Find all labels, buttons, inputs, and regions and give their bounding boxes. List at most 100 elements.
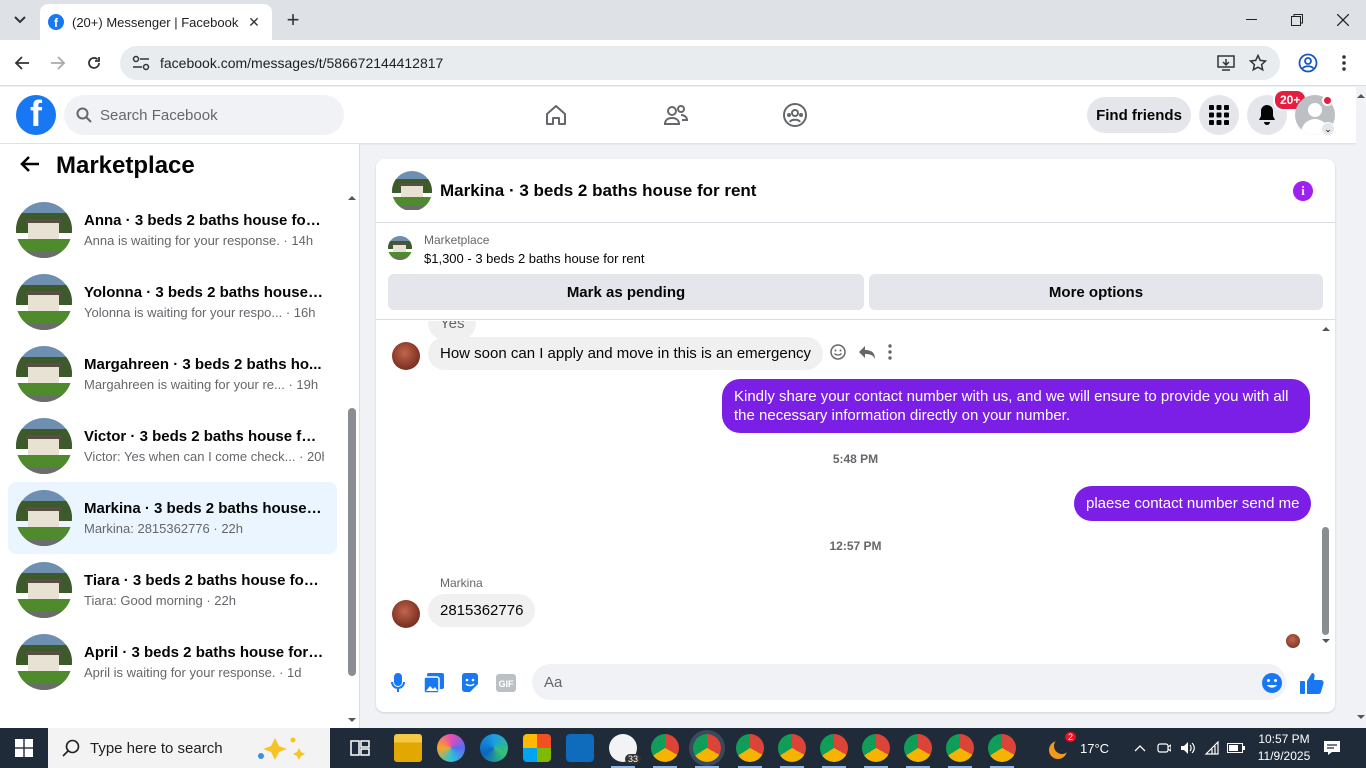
sticker-icon[interactable]	[458, 671, 482, 695]
chat-scroll-thumb[interactable]	[1322, 527, 1329, 635]
store-icon[interactable]	[523, 734, 551, 762]
more-dots-icon[interactable]	[888, 344, 892, 360]
more-options-button[interactable]: More options	[869, 274, 1323, 310]
tab-close-icon[interactable]: ✕	[244, 12, 264, 32]
conversation-item[interactable]: Yolonna · 3 beds 2 baths house f... Yolon…	[8, 266, 337, 338]
minimize-button[interactable]	[1228, 0, 1274, 40]
sidebar-scroll-thumb[interactable]	[348, 408, 356, 676]
back-arrow-icon[interactable]	[20, 153, 40, 179]
menu-button[interactable]	[1199, 95, 1239, 135]
chrome-icon[interactable]	[862, 734, 890, 768]
outlook-icon[interactable]	[566, 734, 594, 762]
conversation-preview: Margahreen is waiting for your re... · 1…	[84, 377, 319, 392]
site-info-icon[interactable]	[132, 55, 150, 71]
find-friends-button[interactable]: Find friends	[1087, 97, 1191, 133]
tray-chevron-up-icon[interactable]	[1130, 738, 1150, 758]
browser-tab-active[interactable]: f (20+) Messenger | Facebook ✕	[40, 4, 272, 40]
listing-thumbnail	[16, 202, 72, 258]
install-app-button[interactable]	[1214, 51, 1238, 75]
message-outgoing[interactable]: plaese contact number send me	[1074, 486, 1312, 521]
message-outgoing[interactable]: Kindly share your contact number with us…	[722, 379, 1310, 433]
copilot-icon[interactable]	[437, 734, 465, 762]
meet-camera-icon[interactable]	[1154, 738, 1174, 758]
battery-icon[interactable]	[1226, 738, 1246, 758]
listing-price[interactable]: $1,300 - 3 beds 2 baths house for rent	[424, 251, 644, 266]
chevron-down-icon	[14, 16, 26, 24]
message-incoming[interactable]: 2815362776	[428, 594, 536, 627]
scroll-arrows-icon	[1357, 94, 1365, 719]
listing-thumbnail[interactable]	[392, 170, 432, 211]
listing-small-thumbnail[interactable]	[388, 236, 412, 260]
message-incoming[interactable]: How soon can I apply and move in this is…	[428, 337, 824, 370]
chrome-icon[interactable]	[946, 734, 974, 768]
nav-friends[interactable]	[662, 101, 690, 129]
conversation-item[interactable]: April · 3 beds 2 baths house for ... Apri…	[8, 626, 337, 698]
bookmark-button[interactable]	[1246, 51, 1270, 75]
info-icon[interactable]: i	[1293, 181, 1313, 201]
notification-center-icon[interactable]	[1322, 738, 1342, 758]
facebook-search-input[interactable]: Search Facebook	[64, 95, 344, 135]
forward-button[interactable]	[46, 51, 70, 75]
listing-thumbnail	[16, 346, 72, 402]
new-tab-button[interactable]: +	[282, 7, 304, 32]
browser-menu-button[interactable]	[1332, 51, 1356, 75]
restore-button[interactable]	[1274, 0, 1320, 40]
back-button[interactable]	[10, 51, 34, 75]
taskbar-clock[interactable]: 10:57 PM 11/9/2025	[1252, 731, 1316, 765]
facebook-header: f Search Facebook Find friends 20+ ⌄	[0, 87, 1356, 143]
nav-home[interactable]	[542, 101, 570, 129]
close-window-button[interactable]	[1320, 0, 1366, 40]
conversation-item[interactable]: Margahreen · 3 beds 2 baths ho... Margahr…	[8, 338, 337, 410]
marketplace-sidebar: Marketplace Claudia is waiting for your …	[0, 144, 360, 728]
chrome-icon[interactable]	[693, 734, 721, 768]
conversation-preview: Markina: 2815362776 · 22h	[84, 521, 244, 536]
reload-button[interactable]	[82, 51, 106, 75]
temperature: 17°C	[1080, 740, 1110, 756]
start-button[interactable]	[0, 728, 48, 768]
task-view-icon[interactable]	[346, 734, 374, 762]
tab-title: (20+) Messenger | Facebook	[72, 14, 239, 30]
react-emoji-icon[interactable]	[830, 344, 846, 360]
facebook-favicon-icon: f	[48, 14, 64, 30]
message-actions	[830, 344, 892, 360]
conversation-item[interactable]: Tiara · 3 beds 2 baths house for ... Tiar…	[8, 554, 337, 626]
conversation-name: Victor · 3 beds 2 baths house for...	[84, 428, 324, 445]
chrome-icon[interactable]	[820, 734, 848, 768]
chrome-icon[interactable]	[988, 734, 1016, 768]
like-thumb-icon[interactable]	[1300, 671, 1324, 695]
weather-widget[interactable]: 2 17°C	[1046, 728, 1109, 768]
chrome-icon[interactable]	[904, 734, 932, 768]
file-explorer-icon[interactable]	[394, 734, 422, 762]
chrome-icon[interactable]	[651, 734, 679, 768]
chrome-icon[interactable]	[778, 734, 806, 768]
photo-attach-icon[interactable]	[422, 671, 446, 695]
edge-icon[interactable]	[480, 734, 508, 762]
taskbar-search[interactable]: Type here to search	[48, 728, 330, 768]
facebook-logo-icon[interactable]: f	[16, 95, 56, 135]
restore-icon	[1291, 14, 1303, 26]
reply-icon[interactable]	[858, 344, 876, 360]
emoji-picker-icon[interactable]	[1260, 671, 1284, 695]
sender-avatar[interactable]	[392, 600, 420, 628]
voice-clip-icon[interactable]	[386, 671, 410, 695]
tab-search-dropdown[interactable]	[8, 8, 32, 32]
chat-title[interactable]: Markina · 3 beds 2 baths house for rent	[440, 181, 756, 201]
volume-icon[interactable]	[1178, 738, 1198, 758]
message-input[interactable]: Aa	[532, 664, 1286, 700]
conversation-item[interactable]: Markina · 3 beds 2 baths house f... Marki…	[8, 482, 337, 554]
sender-name: Markina	[440, 576, 483, 590]
gif-icon[interactable]: GIF	[494, 671, 518, 695]
windows-logo-icon	[15, 739, 33, 757]
wifi-icon[interactable]	[1202, 738, 1222, 758]
conversation-item[interactable]: Victor · 3 beds 2 baths house for... Vict…	[8, 410, 337, 482]
nav-groups[interactable]	[781, 101, 809, 129]
chevron-down-icon[interactable]: ⌄	[1321, 122, 1335, 136]
page-scrollbar[interactable]	[1356, 87, 1366, 728]
sender-avatar[interactable]	[392, 342, 420, 370]
address-bar[interactable]: facebook.com/messages/t/586672144412817	[120, 46, 1280, 80]
conversation-item[interactable]: Anna · 3 beds 2 baths house for ... Anna …	[8, 194, 337, 266]
chrome-profile-icon[interactable]: 33	[609, 734, 641, 768]
profile-button[interactable]	[1296, 51, 1320, 75]
mark-as-pending-button[interactable]: Mark as pending	[388, 274, 864, 310]
chrome-icon[interactable]	[736, 734, 764, 768]
